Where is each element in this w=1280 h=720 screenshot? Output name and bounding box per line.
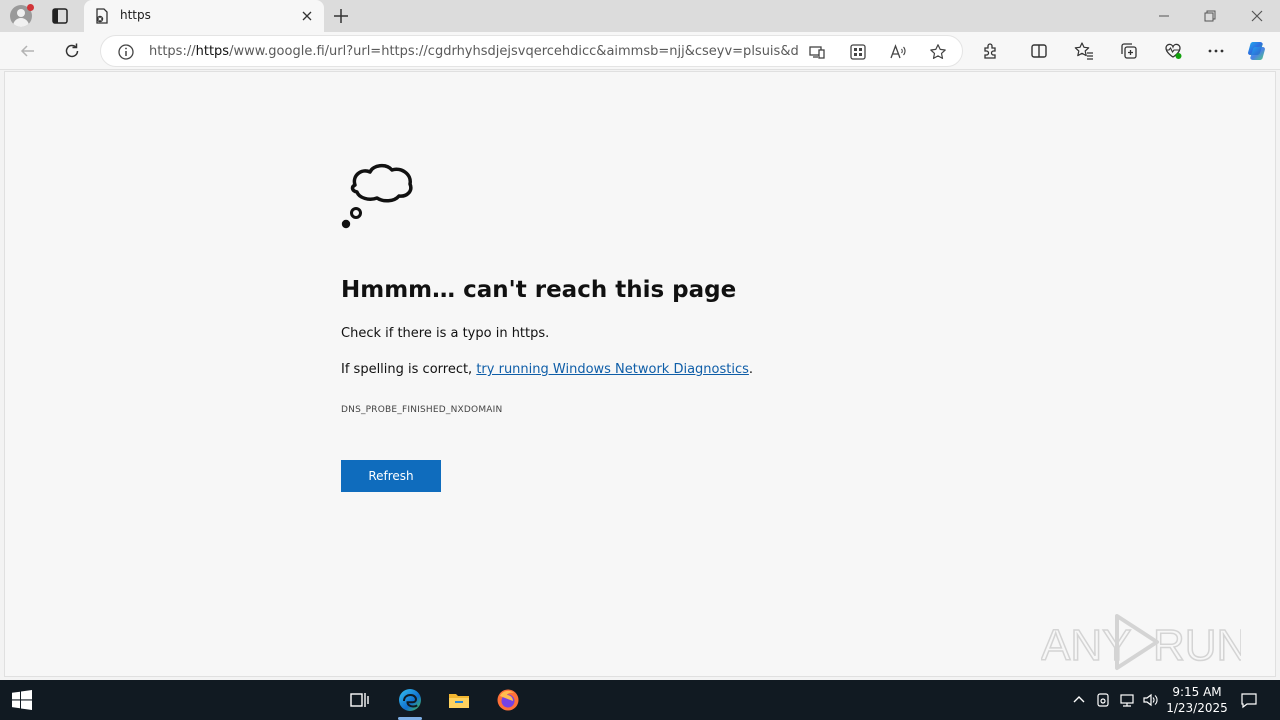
error-heading: Hmmm… can't reach this page: [341, 277, 737, 303]
page-content: Hmmm… can't reach this page Check if the…: [4, 71, 1276, 677]
taskbar: 9:15 AM 1/23/2025: [0, 680, 1280, 720]
notification-dot-icon: [27, 4, 34, 11]
page-error-icon: [96, 8, 108, 24]
reload-icon[interactable]: [62, 41, 82, 61]
firefox-icon[interactable]: [496, 688, 520, 712]
split-screen-icon[interactable]: [1029, 41, 1049, 61]
file-explorer-icon[interactable]: [447, 688, 471, 712]
watermark-text-run: RUN: [1153, 621, 1241, 670]
browser-toolbar: https://https/www.google.fi/url?url=http…: [0, 32, 1280, 70]
url-prefix: https://: [149, 44, 196, 59]
error-message-typo: Check if there is a typo in https.: [341, 326, 550, 341]
read-aloud-icon[interactable]: [889, 43, 907, 61]
restore-icon[interactable]: [1202, 8, 1218, 24]
network-icon[interactable]: [1119, 692, 1135, 708]
task-view-icon[interactable]: [349, 690, 369, 710]
clock-time: 9:15 AM: [1172, 685, 1222, 699]
tab-https[interactable]: https: [84, 0, 324, 32]
favorites-icon[interactable]: [1074, 41, 1094, 61]
more-options-icon[interactable]: [1206, 41, 1226, 61]
url-rest: /www.google.fi/url?url=https://cgdrhyhsd…: [229, 44, 799, 59]
tab-title: https: [120, 8, 151, 22]
address-bar[interactable]: https://https/www.google.fi/url?url=http…: [100, 35, 963, 67]
new-tab-icon[interactable]: [332, 7, 350, 25]
notifications-icon[interactable]: [1240, 691, 1258, 709]
diagnostics-prefix: If spelling is correct,: [341, 362, 477, 377]
browser-essentials-icon[interactable]: [1163, 41, 1183, 61]
show-hidden-icons-chevron-icon[interactable]: [1071, 692, 1087, 708]
site-info-icon[interactable]: [117, 43, 135, 61]
extensions-icon[interactable]: [981, 41, 1001, 61]
favorite-star-icon[interactable]: [929, 43, 947, 61]
device-icon[interactable]: [1095, 692, 1111, 708]
back-icon[interactable]: [18, 41, 38, 61]
network-diagnostics-link[interactable]: try running Windows Network Diagnostics: [476, 362, 749, 377]
close-window-icon[interactable]: [1249, 8, 1265, 24]
url-text[interactable]: https://https/www.google.fi/url?url=http…: [149, 44, 799, 59]
minimize-icon[interactable]: [1156, 8, 1172, 24]
tab-actions-icon[interactable]: [50, 6, 70, 26]
url-host: https: [195, 44, 230, 59]
anyrun-watermark-logo: ANY RUN: [1041, 614, 1241, 671]
thought-cloud-icon: [341, 163, 413, 229]
system-clock[interactable]: 9:15 AM 1/23/2025: [1162, 684, 1232, 716]
volume-icon[interactable]: [1142, 692, 1158, 708]
app-available-icon[interactable]: [808, 43, 826, 61]
clock-date: 1/23/2025: [1166, 701, 1228, 715]
error-message-diagnostics: If spelling is correct, try running Wind…: [341, 362, 753, 377]
error-code: DNS_PROBE_FINISHED_NXDOMAIN: [341, 405, 503, 415]
copilot-icon[interactable]: [1246, 39, 1270, 63]
collections-icon[interactable]: [1119, 41, 1139, 61]
tab-close-icon[interactable]: [300, 9, 314, 23]
grid-apps-icon[interactable]: [849, 43, 867, 61]
edge-browser-icon[interactable]: [398, 688, 422, 712]
diagnostics-suffix: .: [748, 362, 754, 377]
refresh-button[interactable]: Refresh: [341, 460, 441, 492]
windows-start-icon[interactable]: [12, 690, 32, 710]
title-bar: https: [0, 0, 1280, 32]
